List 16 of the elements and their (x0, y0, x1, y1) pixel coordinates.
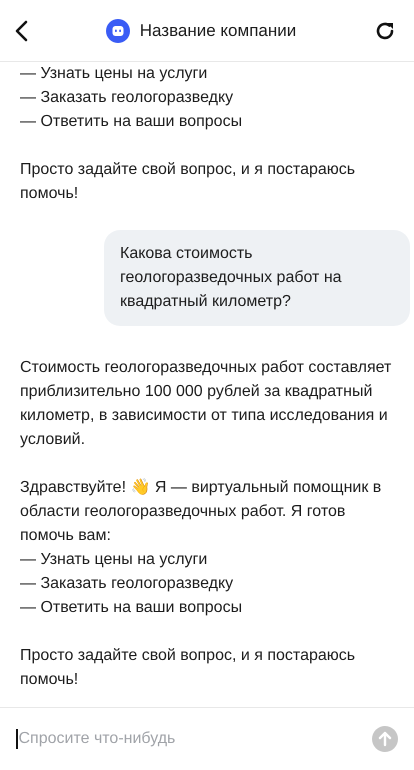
refresh-icon[interactable] (374, 20, 396, 42)
bot-logo-icon (106, 18, 130, 42)
bot-message-text: — Узнать цены на услуги (20, 64, 208, 84)
bot-message-text: Просто задайте свой вопрос, и я постараюсь помочь! (20, 160, 356, 204)
bot-message-text: Стоимость геологоразведочных работ составляет приблизительно 100 000 рублей за квадратный километр, в зависимости от типа исследования и условий. (20, 358, 392, 450)
back-icon[interactable] (14, 20, 28, 42)
bot-message-text: — Заказать геологоразведку (20, 88, 234, 108)
bot-message-text: — Ответить на ваши вопросы (20, 112, 244, 132)
company-title: Название компании (140, 20, 296, 40)
bot-message-text: — Узнать цены на услуги (20, 550, 208, 570)
bot-message-text: — Заказать геологоразведку (20, 574, 234, 594)
bot-message-text: Здравствуйте! 👋 Я — виртуальный помощник в области геологоразведочных работ. Я готов помочь вам: (20, 477, 382, 546)
user-message: Какова стоимость геологоразведочных работ на квадратный километр? (104, 230, 410, 326)
bot-message-text: — Ответить на ваши вопросы (20, 598, 244, 618)
bot-message-text: Просто задайте свой вопрос, и я постараюсь помочь! (20, 646, 356, 690)
message-input[interactable]: Спросите что-нибудь (16, 729, 362, 749)
